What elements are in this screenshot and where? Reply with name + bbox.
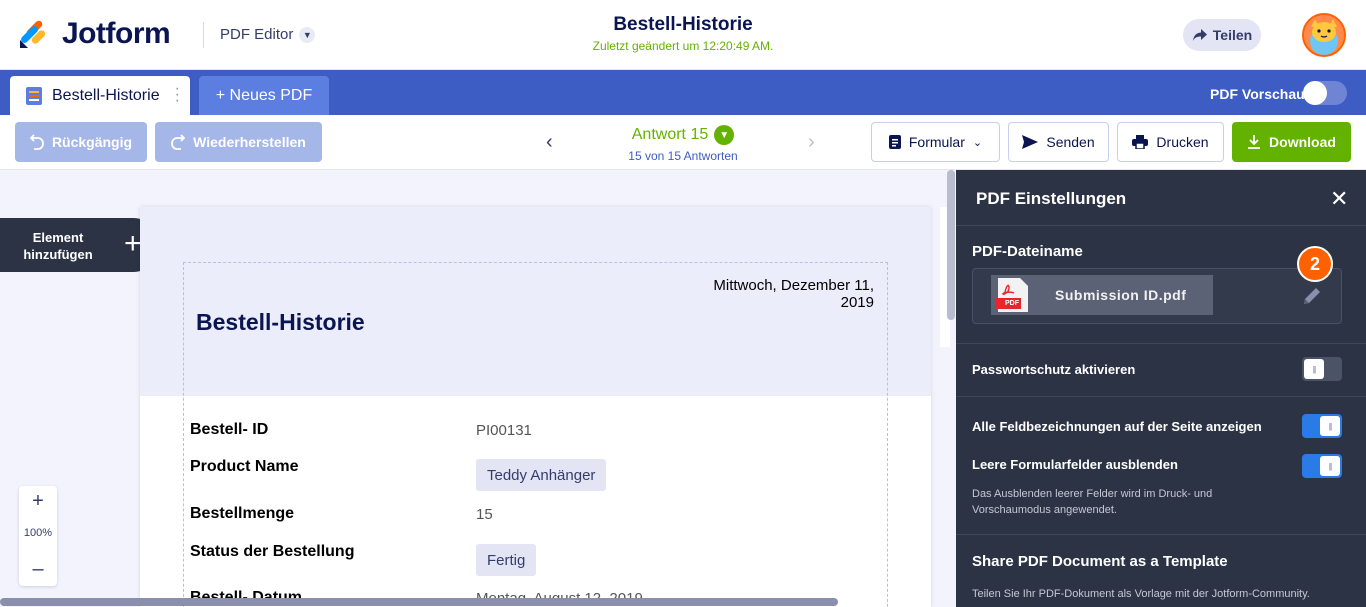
- plus-icon: +: [124, 227, 142, 260]
- redo-label: Wiederherstellen: [193, 134, 306, 150]
- section-divider: [956, 534, 1366, 535]
- pdf-document-icon: [26, 86, 42, 105]
- show-labels-label: Alle Feldbezeichnungen auf der Seite anz…: [972, 419, 1262, 434]
- hide-empty-fields-toggle[interactable]: |||: [1302, 454, 1342, 478]
- zoom-in-button[interactable]: +: [19, 490, 57, 513]
- form-label: Formular: [908, 134, 965, 150]
- share-button[interactable]: Teilen: [1183, 19, 1261, 51]
- send-icon: [1022, 135, 1039, 149]
- print-icon: [1132, 135, 1149, 149]
- horizontal-scrollbar[interactable]: [0, 598, 838, 606]
- undo-button[interactable]: Rückgängig: [15, 122, 147, 162]
- user-avatar[interactable]: [1302, 13, 1346, 57]
- field-value-order-status: Fertig: [476, 544, 537, 576]
- vertical-scrollbar[interactable]: [947, 170, 955, 320]
- field-value-order-id: PI00131: [476, 422, 532, 439]
- section-divider: [956, 343, 1366, 344]
- zoom-control: + 100% –: [19, 486, 57, 586]
- avatar-icon: [1304, 15, 1344, 55]
- toggle-knob: [1303, 81, 1327, 105]
- show-labels-toggle[interactable]: |||: [1302, 414, 1342, 438]
- zoom-level: 100%: [23, 527, 53, 539]
- field-label-quantity[interactable]: Bestellmenge: [190, 505, 294, 523]
- toggle-knob: |||: [1320, 456, 1340, 476]
- send-label: Senden: [1046, 134, 1095, 150]
- pencil-icon[interactable]: [1301, 285, 1323, 307]
- last-saved-status: Zuletzt geändert um 12:20:49 AM.: [592, 39, 774, 53]
- field-value-product-name: Teddy Anhänger: [476, 459, 607, 491]
- password-protection-label: Passwortschutz aktivieren: [972, 362, 1136, 377]
- panel-title: PDF Einstellungen: [976, 189, 1127, 208]
- new-pdf-tab[interactable]: + Neues PDF: [199, 76, 329, 115]
- document-title-area: Bestell-Historie Zuletzt geändert um 12:…: [0, 14, 1366, 53]
- redo-button[interactable]: Wiederherstellen: [155, 122, 322, 162]
- answer-label: Antwort 15: [631, 126, 709, 143]
- share-arrow-icon: [1192, 29, 1207, 41]
- form-icon: [888, 135, 901, 149]
- tab-bestell-historie[interactable]: Bestell-Historie · · ·: [10, 76, 190, 115]
- previous-answer-icon[interactable]: ‹: [546, 131, 553, 154]
- answer-selector[interactable]: Antwort 15 ▼ 15 von 15 Antworten: [583, 125, 783, 163]
- password-protection-toggle[interactable]: |||: [1302, 357, 1342, 381]
- add-element-label: Element hinzufügen: [23, 230, 93, 262]
- filename-text: Submission ID.pdf: [1055, 287, 1187, 303]
- redo-icon: [171, 134, 186, 150]
- next-answer-icon[interactable]: ›: [808, 131, 815, 154]
- document-date[interactable]: Mittwoch, Dezember 11, 2019: [680, 277, 874, 311]
- panel-header: PDF Einstellungen ✕: [956, 170, 1366, 226]
- toggle-knob: |||: [1320, 416, 1340, 436]
- field-label-order-status[interactable]: Status der Bestellung: [190, 543, 354, 561]
- editor-toolbar: Rückgängig Wiederherstellen ‹ Antwort 15…: [0, 115, 1366, 170]
- undo-icon: [29, 134, 44, 150]
- download-icon: [1248, 135, 1261, 149]
- tab-options-icon[interactable]: · · ·: [175, 81, 180, 109]
- tab-label: Bestell-Historie: [52, 86, 160, 104]
- pdf-file-icon-label: PDF: [1005, 300, 1019, 307]
- pdf-preview-toggle[interactable]: [1303, 81, 1347, 105]
- document-title: Bestell-Historie: [613, 14, 753, 35]
- answer-dropdown-icon[interactable]: ▼: [714, 125, 735, 145]
- top-header: Jotform PDF Editor ▼ Bestell-Historie Zu…: [0, 0, 1366, 70]
- close-icon[interactable]: ✕: [1330, 186, 1348, 212]
- add-element-button[interactable]: Element hinzufügen +: [0, 218, 160, 272]
- document-heading[interactable]: Bestell-Historie: [196, 309, 365, 336]
- document-tab-bar: Bestell-Historie · · · + Neues PDF: [0, 70, 1366, 115]
- undo-label: Rückgängig: [51, 134, 133, 150]
- download-button[interactable]: Download: [1232, 122, 1351, 162]
- print-label: Drucken: [1156, 134, 1209, 150]
- answer-count: 15 von 15 Antworten: [628, 149, 738, 163]
- share-label: Teilen: [1212, 27, 1253, 43]
- download-label: Download: [1269, 134, 1336, 150]
- field-value-quantity: 15: [476, 506, 493, 523]
- form-button[interactable]: Formular ⌄: [871, 122, 1000, 162]
- field-label-product-name[interactable]: Product Name: [190, 458, 298, 476]
- toggle-knob: |||: [1304, 359, 1324, 379]
- filename-label: PDF-Dateiname: [972, 243, 1083, 260]
- pdf-page[interactable]: Mittwoch, Dezember 11, 2019 Bestell-Hist…: [140, 207, 931, 607]
- template-section-note: Teilen Sie Ihr PDF-Dokument als Vorlage …: [972, 588, 1310, 600]
- zoom-out-button[interactable]: –: [19, 558, 57, 581]
- hide-empty-fields-note: Das Ausblenden leerer Felder wird im Dru…: [972, 488, 1213, 516]
- pdf-preview-label: PDF Vorschau: [1210, 86, 1305, 102]
- template-section-title: Share PDF Document as a Template: [972, 553, 1228, 570]
- hide-empty-fields-label: Leere Formularfelder ausblenden: [972, 457, 1178, 472]
- send-button[interactable]: Senden: [1008, 122, 1109, 162]
- filename-field[interactable]: PDF Submission ID.pdf: [972, 268, 1342, 324]
- chevron-down-icon: ⌄: [972, 136, 983, 149]
- pdf-settings-panel: PDF Einstellungen ✕ PDF-Dateiname PDF Su…: [956, 170, 1366, 607]
- section-divider: [956, 396, 1366, 397]
- step-number-badge: 2: [1297, 246, 1333, 282]
- filename-display: PDF Submission ID.pdf: [991, 275, 1213, 315]
- print-button[interactable]: Drucken: [1117, 122, 1224, 162]
- field-label-order-id[interactable]: Bestell- ID: [190, 421, 268, 439]
